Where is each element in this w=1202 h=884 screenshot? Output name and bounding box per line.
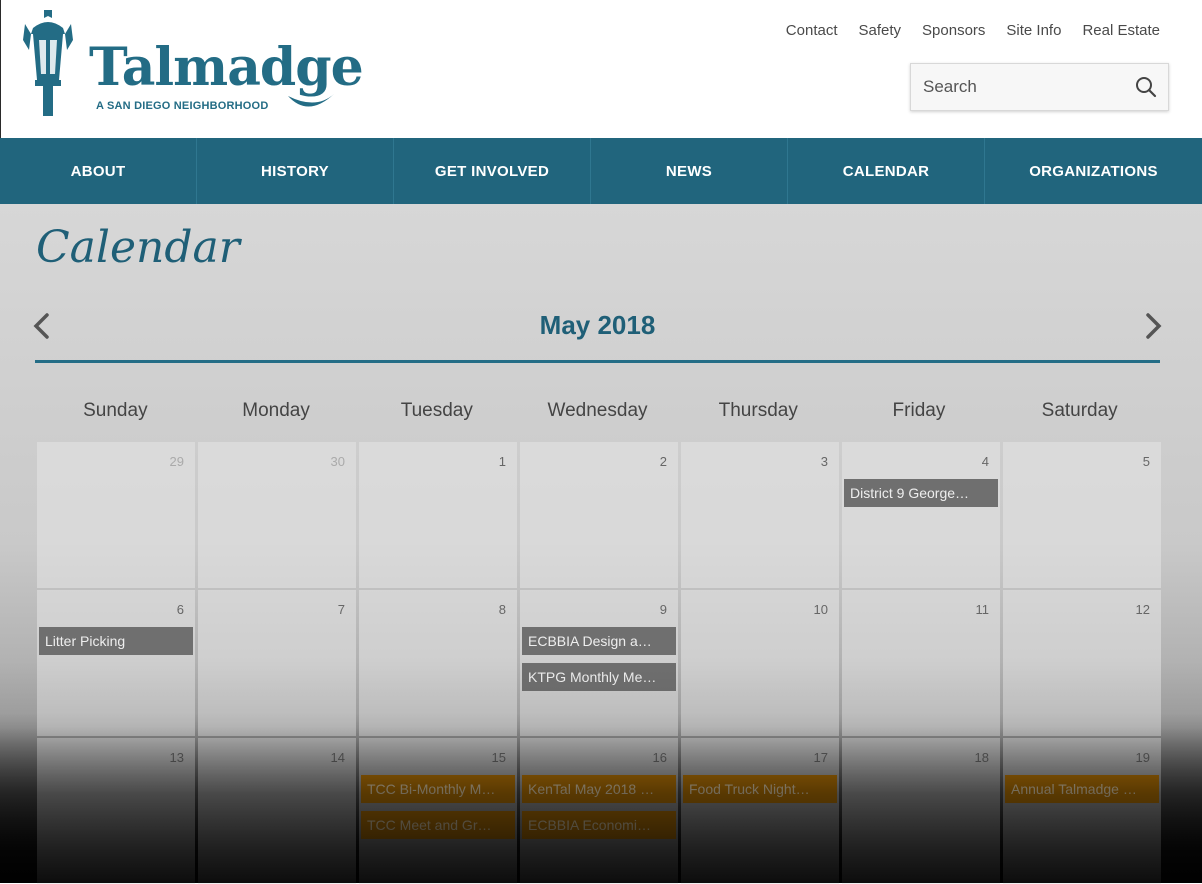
utility-links: Contact Safety Sponsors Site Info Real E… [786, 22, 1160, 39]
nav-calendar[interactable]: CALENDAR [788, 138, 985, 204]
calendar-event[interactable]: TCC Meet and Gr… [361, 811, 515, 839]
day-number: 3 [820, 454, 828, 469]
contact-link[interactable]: Contact [786, 22, 838, 39]
calendar-event[interactable]: Annual Talmadge … [1005, 775, 1159, 803]
month-header: May 2018 [33, 304, 1162, 363]
sponsors-link[interactable]: Sponsors [922, 22, 985, 39]
weekday-label: Saturday [1041, 400, 1118, 421]
page-title: Calendar [36, 222, 240, 273]
day-number: 30 [330, 454, 345, 469]
day-number: 17 [813, 750, 828, 765]
day-number: 4 [981, 454, 989, 469]
day-number: 16 [652, 750, 667, 765]
main-content: Calendar May 2018 Sunday Monday Tuesday … [0, 204, 1202, 884]
day-number: 1 [498, 454, 506, 469]
site-header: Talmadge A SAN DIEGO NEIGHBORHOOD Contac… [0, 0, 1202, 138]
day-cell[interactable]: 17 Food Truck Night… [681, 738, 839, 884]
day-cell[interactable]: 2 [520, 442, 678, 588]
day-cell[interactable]: 12 [1003, 590, 1161, 736]
weekday-label: Wednesday [547, 400, 648, 421]
calendar-event[interactable]: ECBBIA Economi… [522, 811, 676, 839]
day-cell[interactable]: 30 [198, 442, 356, 588]
chevron-right-icon[interactable] [1142, 312, 1164, 340]
day-number: 12 [1135, 602, 1150, 617]
day-number: 13 [169, 750, 184, 765]
weekday-header: Sunday Monday Tuesday Wednesday Thursday… [35, 400, 1160, 422]
logo-wordmark[interactable]: Talmadge [89, 38, 364, 98]
day-cell[interactable]: 10 [681, 590, 839, 736]
logo-swoosh-icon [288, 94, 334, 107]
nav-get-involved[interactable]: GET INVOLVED [394, 138, 591, 204]
search-input[interactable] [911, 64, 1133, 110]
day-number: 10 [813, 602, 828, 617]
day-number: 8 [498, 602, 506, 617]
search-icon[interactable] [1134, 75, 1158, 99]
day-cell[interactable]: 5 [1003, 442, 1161, 588]
day-cell[interactable]: 18 [842, 738, 1000, 884]
calendar-event[interactable]: KenTal May 2018 … [522, 775, 676, 803]
day-number: 2 [659, 454, 667, 469]
weekday-label: Monday [242, 400, 310, 421]
calendar-event[interactable]: ECBBIA Design a… [522, 627, 676, 655]
site-info-link[interactable]: Site Info [1006, 22, 1061, 39]
calendar-event[interactable]: District 9 George… [844, 479, 998, 507]
day-number: 9 [659, 602, 667, 617]
logo-tagline: A SAN DIEGO NEIGHBORHOOD [96, 100, 269, 112]
month-title: May 2018 [539, 310, 656, 340]
day-number: 14 [330, 750, 345, 765]
day-number: 7 [337, 602, 345, 617]
day-number: 15 [491, 750, 506, 765]
day-number: 5 [1142, 454, 1150, 469]
calendar-event[interactable]: TCC Bi-Monthly M… [361, 775, 515, 803]
day-number: 6 [176, 602, 184, 617]
day-cell[interactable]: 19 Annual Talmadge … [1003, 738, 1161, 884]
day-cell[interactable]: 11 [842, 590, 1000, 736]
main-nav: ABOUT HISTORY GET INVOLVED NEWS CALENDAR… [0, 138, 1202, 204]
nav-history[interactable]: HISTORY [197, 138, 394, 204]
day-cell[interactable]: 6 Litter Picking [37, 590, 195, 736]
nav-organizations[interactable]: ORGANIZATIONS [985, 138, 1202, 204]
day-cell[interactable]: 29 [37, 442, 195, 588]
day-cell[interactable]: 14 [198, 738, 356, 884]
day-cell[interactable]: 15 TCC Bi-Monthly M… TCC Meet and Gr… [359, 738, 517, 884]
nav-news[interactable]: NEWS [591, 138, 788, 204]
calendar-event[interactable]: Food Truck Night… [683, 775, 837, 803]
weekday-label: Friday [892, 400, 946, 421]
calendar-event[interactable]: Litter Picking [39, 627, 193, 655]
safety-link[interactable]: Safety [859, 22, 902, 39]
weekday-label: Sunday [83, 400, 148, 421]
weekday-label: Thursday [718, 400, 798, 421]
lamp-logo-icon[interactable] [19, 10, 77, 116]
day-cell[interactable]: 7 [198, 590, 356, 736]
day-number: 18 [974, 750, 989, 765]
day-cell[interactable]: 1 [359, 442, 517, 588]
day-cell[interactable]: 3 [681, 442, 839, 588]
nav-about[interactable]: ABOUT [0, 138, 197, 204]
day-number: 11 [975, 602, 990, 617]
day-cell[interactable]: 4 District 9 George… [842, 442, 1000, 588]
day-number: 19 [1135, 750, 1150, 765]
day-number: 29 [169, 454, 184, 469]
day-cell[interactable]: 13 [37, 738, 195, 884]
day-cell[interactable]: 16 KenTal May 2018 … ECBBIA Economi… [520, 738, 678, 884]
search-box [910, 63, 1169, 111]
weekday-label: Tuesday [400, 400, 473, 421]
day-cell[interactable]: 9 ECBBIA Design a… KTPG Monthly Me… [520, 590, 678, 736]
real-estate-link[interactable]: Real Estate [1082, 22, 1160, 39]
day-cell[interactable]: 8 [359, 590, 517, 736]
calendar-event[interactable]: KTPG Monthly Me… [522, 663, 676, 691]
